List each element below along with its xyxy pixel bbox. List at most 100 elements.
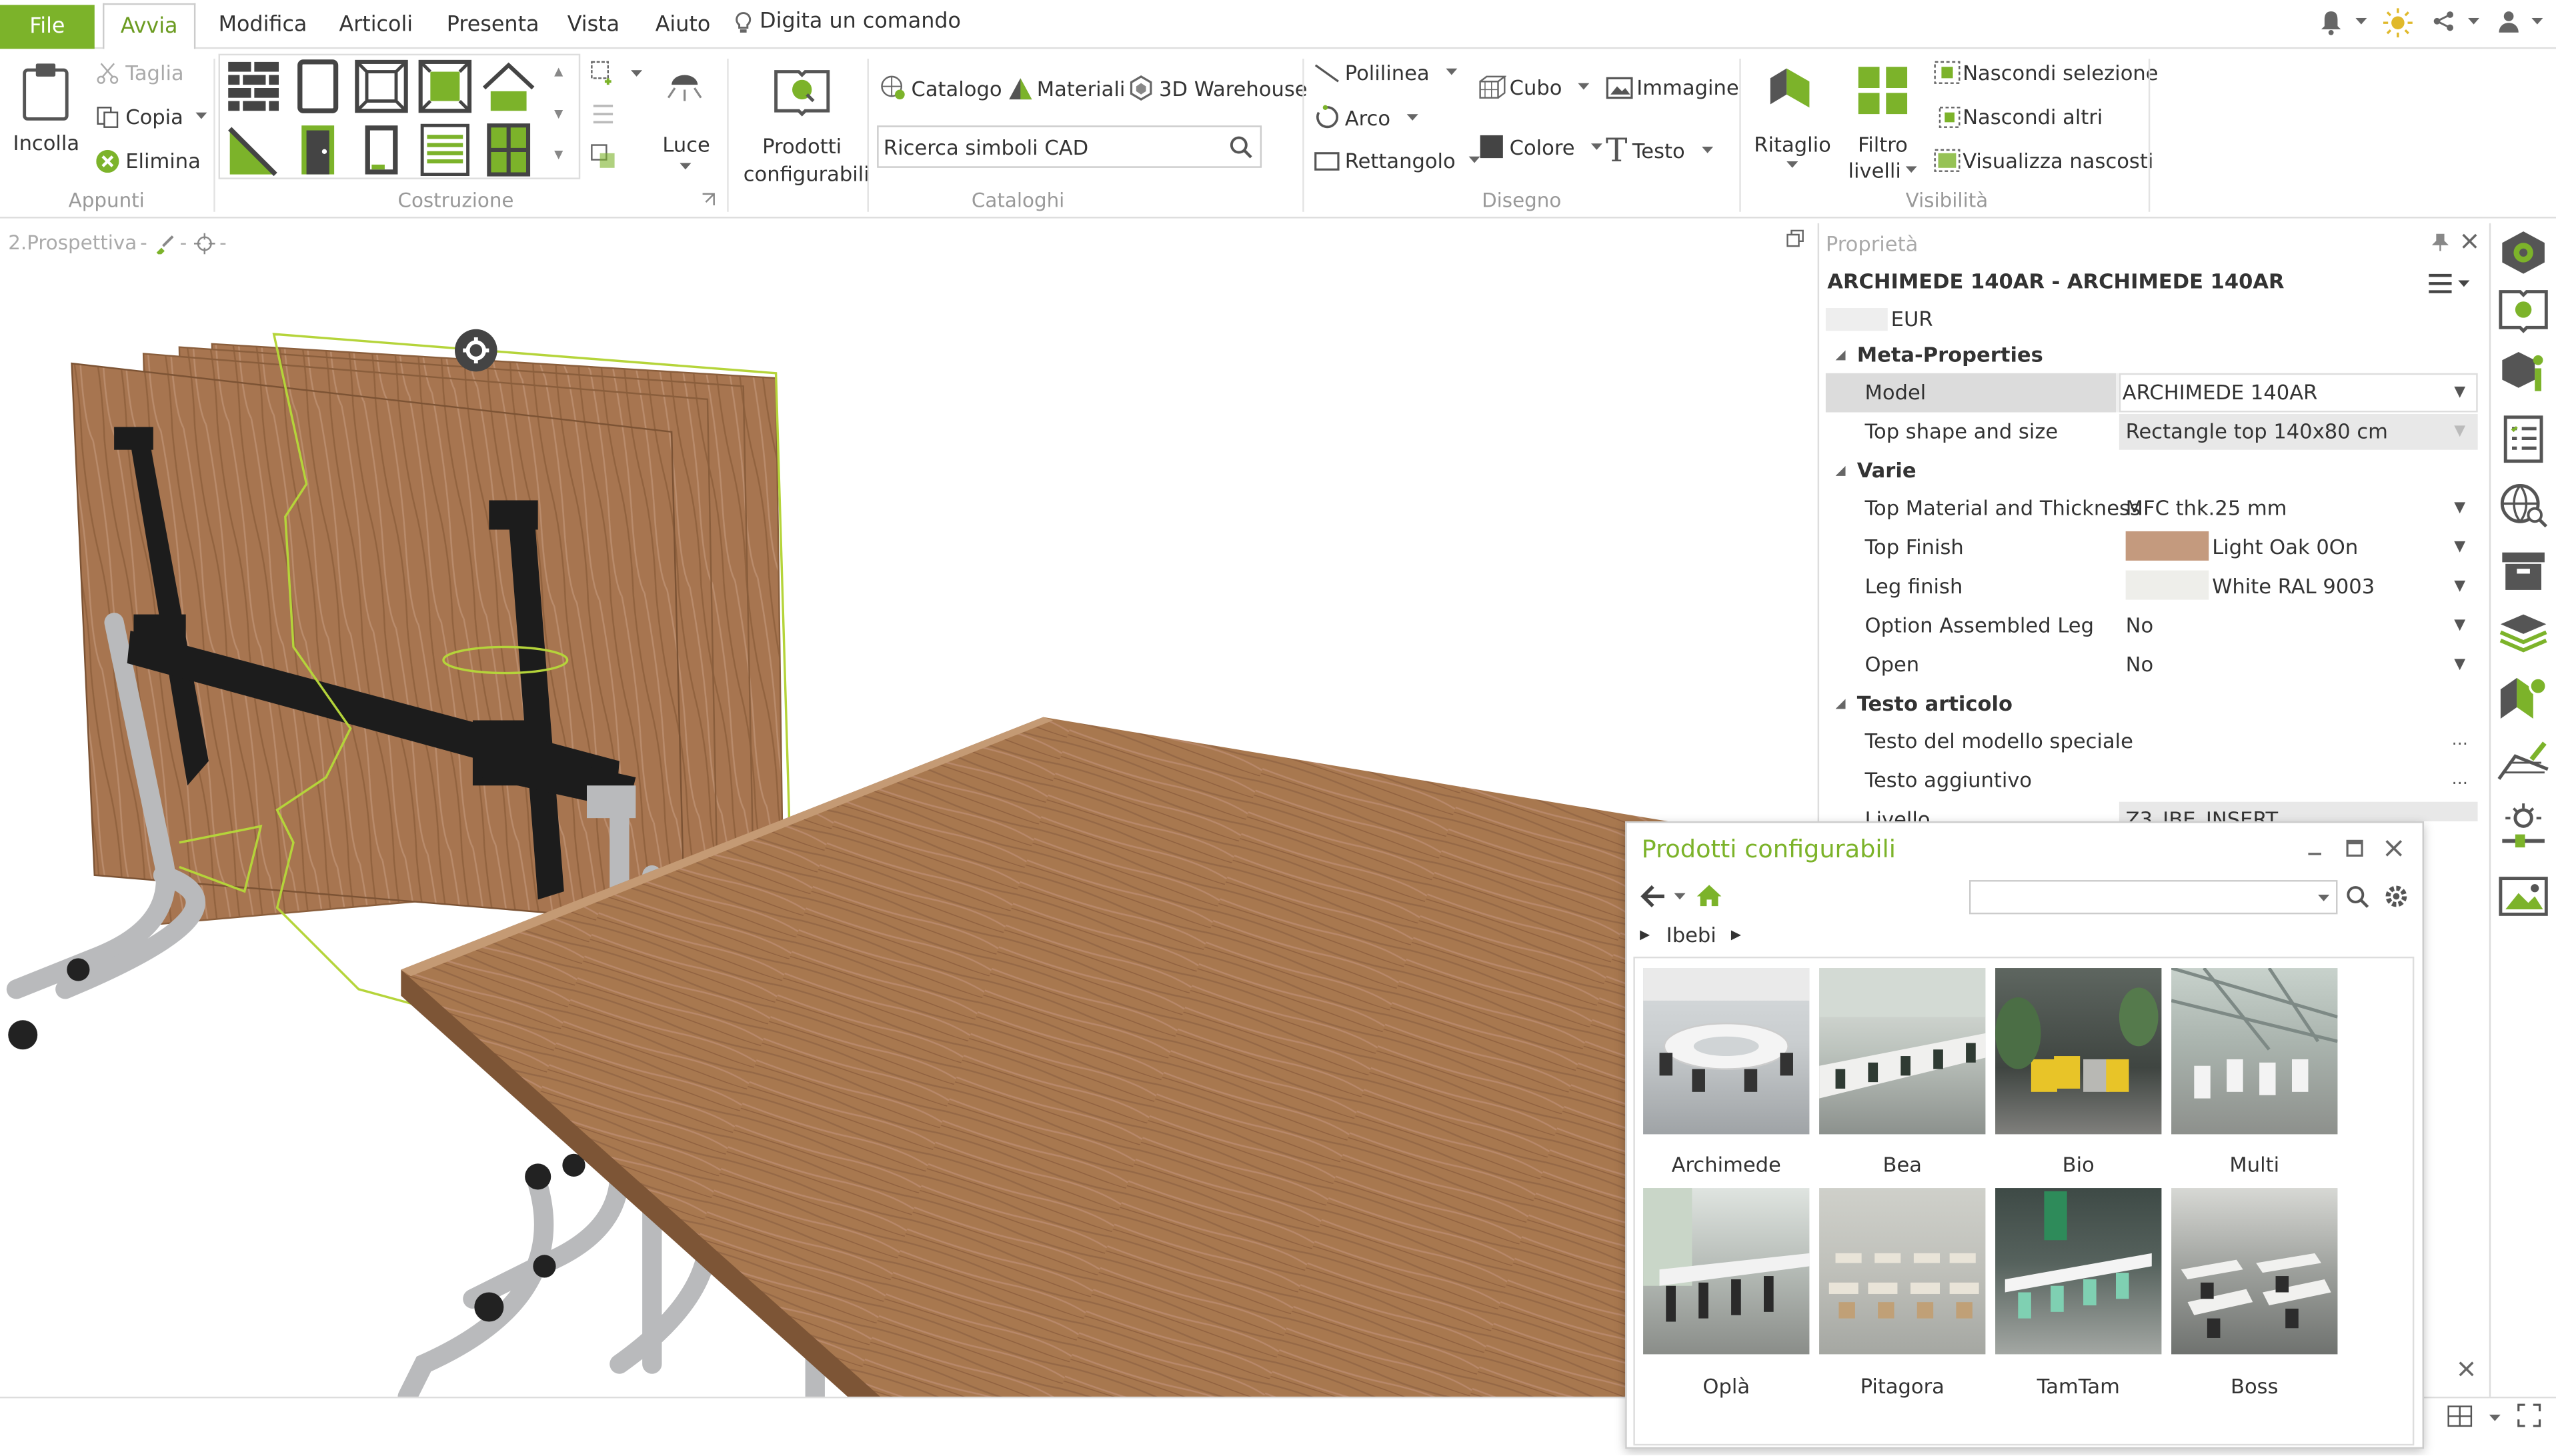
cube-button[interactable]: Cubo — [1478, 75, 1590, 99]
dropdown-arrow-icon[interactable]: ▼ — [2449, 615, 2471, 637]
3d-scene[interactable] — [0, 223, 1814, 1397]
minimize-icon[interactable] — [2307, 846, 2323, 856]
paste-button[interactable]: Incolla — [13, 62, 79, 166]
prop-top-shape[interactable]: Top shape and size Rectangle top 140x80 … — [1826, 412, 2478, 451]
ellipsis-icon[interactable]: … — [2449, 730, 2471, 753]
window-icon[interactable] — [481, 122, 536, 177]
image-button[interactable]: Immagine — [1606, 75, 1739, 99]
room-icon[interactable] — [290, 59, 345, 114]
menu-avvia[interactable]: Avvia — [103, 3, 196, 51]
ceiling-icon[interactable] — [417, 59, 473, 114]
prop-level[interactable]: Livello Z3_IBE_INSERT — [1826, 800, 2478, 822]
menu-presenta[interactable]: Presenta — [447, 13, 539, 38]
show-hidden-button[interactable]: Visualizza nascosti — [1933, 148, 2153, 173]
dropdown-arrow-icon[interactable]: ▼ — [2449, 497, 2471, 520]
selection-settings-icon[interactable] — [455, 329, 497, 372]
section-varie[interactable]: ◢ Varie — [1836, 458, 1916, 483]
arc-button[interactable]: Arco — [1314, 104, 1418, 130]
align-icon[interactable] — [590, 101, 616, 127]
terrain-edit-icon[interactable] — [2496, 737, 2551, 785]
stairs-icon[interactable] — [227, 122, 282, 177]
3d-warehouse-button[interactable]: 3D Warehouse — [1128, 75, 1308, 101]
gallery-expand[interactable]: ▼ — [554, 148, 563, 161]
text-button[interactable]: T Testo — [1606, 131, 1713, 169]
cad-symbol-search[interactable]: Ricerca simboli CAD — [877, 125, 1262, 168]
dialog-launcher-icon[interactable] — [701, 192, 716, 207]
panel-search-input[interactable] — [1969, 880, 2338, 915]
clipping-button[interactable]: Ritaglio — [1754, 62, 1831, 183]
archive-icon[interactable] — [2496, 546, 2551, 595]
section-testo[interactable]: ◢ Testo articolo — [1836, 691, 2013, 715]
chevron-down-icon[interactable] — [2489, 1414, 2501, 1423]
close-icon[interactable] — [2458, 1361, 2474, 1377]
copy-button[interactable]: Copia — [96, 104, 208, 129]
product-thumb-opla[interactable] — [1643, 1188, 1810, 1355]
search-icon[interactable] — [1229, 135, 1254, 160]
cut-button[interactable]: Taglia — [96, 60, 184, 85]
polyline-button[interactable]: Polilinea — [1314, 60, 1458, 85]
product-info-icon[interactable] — [2496, 347, 2551, 396]
prop-top-finish[interactable]: Top Finish Light Oak 0On ▼ — [1826, 528, 2478, 567]
ellipsis-icon[interactable]: … — [2449, 769, 2471, 792]
catalog-book-icon[interactable] — [2496, 285, 2551, 334]
section-meta[interactable]: ◢ Meta-Properties — [1836, 342, 2043, 367]
menu-file[interactable]: File — [0, 5, 95, 49]
materials-button[interactable]: Materiali — [1008, 75, 1125, 101]
chevron-down-icon[interactable] — [2355, 17, 2367, 26]
prop-assembled[interactable]: Option Assembled Leg No ▼ — [1826, 606, 2478, 645]
color-button[interactable]: Colore — [1478, 133, 1603, 159]
panel-breadcrumb[interactable]: ▶ Ibebi ▶ — [1640, 923, 1741, 947]
close-icon[interactable] — [2461, 233, 2477, 249]
door-icon[interactable] — [290, 122, 345, 177]
chevron-down-icon[interactable] — [631, 70, 643, 78]
lighting-settings-icon[interactable] — [2496, 802, 2551, 851]
maximize-icon[interactable] — [2346, 839, 2364, 857]
configurable-products-button[interactable]: Prodotti configurabili — [744, 62, 870, 186]
gallery-scroll-down[interactable]: ▼ — [554, 107, 563, 121]
sun-icon[interactable] — [2383, 8, 2413, 38]
menu-vista[interactable]: Vista — [567, 13, 619, 38]
menu-icon[interactable] — [2427, 272, 2473, 295]
layout-grid-icon[interactable] — [2447, 1405, 2473, 1427]
blinds-icon[interactable] — [417, 122, 473, 177]
opening-icon[interactable] — [353, 122, 409, 177]
share-icon[interactable] — [2432, 10, 2455, 33]
product-thumb-bio[interactable] — [1995, 968, 2162, 1135]
gear-icon[interactable] — [2383, 883, 2409, 909]
dropdown-arrow-icon[interactable]: ▼ — [2449, 536, 2471, 559]
breadcrumb-ibebi[interactable]: Ibebi — [1666, 923, 1716, 947]
3d-settings-icon[interactable] — [2496, 228, 2551, 277]
light-button[interactable]: Luce — [659, 65, 714, 173]
prop-open[interactable]: Open No ▼ — [1826, 645, 2478, 685]
dropdown-arrow-icon[interactable]: ▼ — [2449, 421, 2471, 443]
prop-leg-finish[interactable]: Leg finish White RAL 9003 ▼ — [1826, 567, 2478, 607]
menu-aiuto[interactable]: Aiuto — [656, 13, 711, 38]
dropdown-arrow-icon[interactable]: ▼ — [2449, 381, 2471, 404]
wall-icon[interactable] — [227, 59, 282, 114]
fullscreen-icon[interactable] — [2517, 1403, 2541, 1428]
home-icon[interactable] — [1695, 883, 1723, 908]
hide-others-button[interactable]: Nascondi altri — [1939, 104, 2103, 129]
floor-icon[interactable] — [353, 59, 409, 114]
grid-add-icon[interactable] — [590, 60, 616, 86]
chevron-down-icon[interactable] — [2468, 17, 2480, 26]
layers-icon[interactable] — [2496, 608, 2551, 657]
image-panel-icon[interactable] — [2496, 870, 2551, 919]
roof-icon[interactable] — [481, 59, 536, 114]
delete-button[interactable]: Elimina — [96, 148, 201, 173]
material-settings-icon[interactable] — [2496, 673, 2551, 722]
prop-top-material[interactable]: Top Material and Thickness MFC thk.25 mm… — [1826, 489, 2478, 528]
hide-selection-button[interactable]: Nascondi selezione — [1933, 60, 2159, 85]
catalog-button[interactable]: Catalogo — [880, 75, 1002, 101]
product-thumb-boss[interactable] — [2171, 1188, 2338, 1355]
command-search[interactable]: Digita un comando — [734, 10, 961, 34]
product-thumb-tamtam[interactable] — [1995, 1188, 2162, 1355]
rectangle-button[interactable]: Rettangolo — [1314, 148, 1480, 173]
pin-icon[interactable] — [2432, 233, 2449, 251]
dropdown-arrow-icon[interactable]: ▼ — [2449, 653, 2471, 676]
prop-extra-text[interactable]: Testo aggiuntivo … — [1826, 761, 2478, 801]
product-thumb-multi[interactable] — [2171, 966, 2339, 1135]
product-thumb-archimede[interactable] — [1643, 968, 1810, 1135]
menu-articoli[interactable]: Articoli — [339, 13, 413, 38]
search-icon[interactable] — [2346, 885, 2371, 909]
